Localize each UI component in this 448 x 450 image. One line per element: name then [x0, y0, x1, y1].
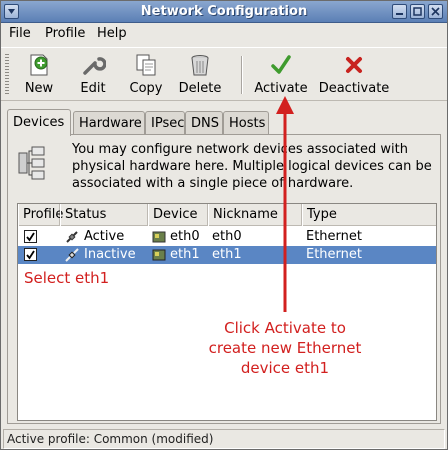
status-text: Inactive — [84, 247, 136, 262]
menu-help[interactable]: Help — [97, 26, 127, 41]
profile-checkbox[interactable] — [24, 230, 37, 243]
tab-ipsec[interactable]: IPsec — [145, 111, 185, 135]
nickname-text: eth0 — [212, 229, 242, 244]
annotation-activate-line2: create new Ethernet — [208, 339, 362, 357]
copy-button[interactable]: Copy — [125, 52, 167, 98]
delete-button[interactable]: Delete — [177, 52, 223, 98]
tab-bar: Devices Hardware IPsec DNS Hosts — [7, 109, 441, 136]
column-nickname[interactable]: Nickname — [208, 204, 302, 226]
tab-dns[interactable]: DNS — [185, 111, 223, 135]
tab-devices[interactable]: Devices — [7, 109, 71, 136]
new-icon — [30, 54, 48, 76]
device-text: eth0 — [170, 229, 200, 244]
plug-connected-icon — [66, 231, 78, 243]
annotation-select: Select eth1 — [24, 269, 110, 287]
nickname-text: eth1 — [212, 247, 242, 262]
activate-button[interactable]: Activate — [253, 52, 309, 98]
toolbar: New Edit Copy Delete Activate Deactivate — [1, 47, 447, 101]
table-row-selected[interactable]: Inactive eth1 eth1 Ethernet — [18, 246, 436, 264]
type-text: Ethernet — [306, 229, 362, 244]
new-button[interactable]: New — [19, 52, 59, 98]
column-profile[interactable]: Profile — [18, 204, 63, 226]
ethernet-card-icon — [152, 231, 166, 243]
copy-label: Copy — [129, 81, 163, 96]
minimize-icon[interactable] — [392, 4, 407, 19]
menu-bar: File Profile Help — [1, 23, 447, 45]
annotation-activate-line3: device eth1 — [240, 359, 330, 377]
toolbar-grip[interactable] — [5, 54, 9, 96]
status-bar: Active profile: Common (modified) — [3, 429, 445, 449]
network-devices-icon — [18, 146, 45, 180]
maximize-icon[interactable] — [410, 4, 425, 19]
toolbar-separator — [241, 56, 243, 94]
window-title: Network Configuration — [140, 4, 308, 19]
edit-button[interactable]: Edit — [73, 52, 113, 98]
list-header: Profile Status Device Nickname Type — [18, 204, 436, 226]
ethernet-card-icon — [152, 249, 166, 261]
menu-file[interactable]: File — [9, 26, 31, 41]
network-configuration-window: Network Configuration File Profile Help … — [0, 0, 448, 450]
status-text: Active — [84, 229, 125, 244]
profile-checkbox[interactable] — [24, 248, 37, 261]
delete-label: Delete — [178, 81, 222, 96]
deactivate-label: Deactivate — [318, 81, 390, 96]
activate-label: Activate — [254, 81, 308, 96]
title-bar[interactable]: Network Configuration — [1, 1, 447, 23]
new-label: New — [24, 81, 54, 96]
edit-label: Edit — [80, 81, 106, 96]
annotation-activate-line1: Click Activate to — [224, 319, 346, 337]
checkmark-icon — [271, 55, 291, 74]
copy-icon — [136, 54, 156, 76]
menu-profile[interactable]: Profile — [45, 26, 85, 41]
info-text: You may configure network devices associ… — [72, 142, 432, 191]
tab-hosts[interactable]: Hosts — [223, 111, 269, 135]
trash-icon — [191, 55, 209, 76]
column-type[interactable]: Type — [302, 204, 436, 226]
close-icon[interactable] — [428, 4, 443, 19]
table-row[interactable]: Active eth0 eth0 Ethernet — [18, 228, 436, 246]
device-list[interactable]: Profile Status Device Nickname Type Acti… — [17, 203, 437, 421]
column-device[interactable]: Device — [148, 204, 208, 226]
annotation-activate: Click Activate to create new Ethernet de… — [190, 318, 380, 378]
plug-disconnected-icon — [65, 248, 79, 262]
deactivate-button[interactable]: Deactivate — [317, 52, 391, 98]
type-text: Ethernet — [306, 247, 362, 262]
wrench-icon — [83, 57, 106, 75]
x-icon — [346, 57, 362, 73]
column-status[interactable]: Status — [60, 204, 148, 226]
tab-hardware[interactable]: Hardware — [73, 111, 145, 135]
device-text: eth1 — [170, 247, 200, 262]
